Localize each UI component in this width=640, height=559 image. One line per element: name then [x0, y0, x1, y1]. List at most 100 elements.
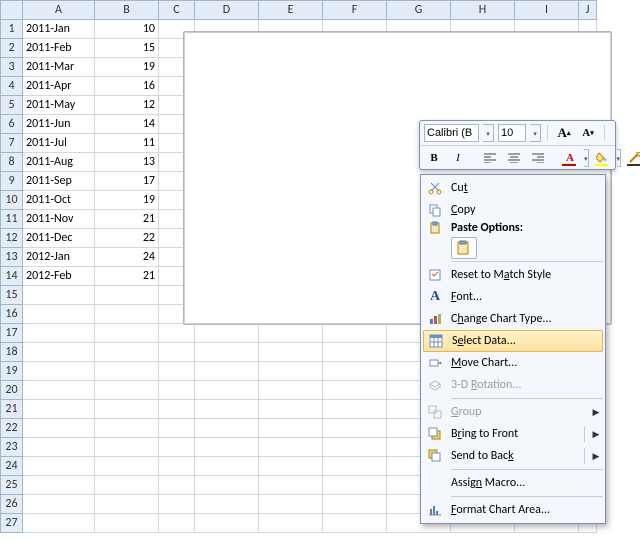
cell[interactable]: [259, 400, 323, 419]
cell[interactable]: [23, 495, 95, 514]
submenu-arrow-icon[interactable]: ▶: [589, 451, 603, 462]
menu-copy[interactable]: Copy: [423, 199, 603, 221]
row-header[interactable]: 14: [1, 267, 23, 286]
grow-font-button[interactable]: A▴: [554, 123, 574, 143]
cell[interactable]: [23, 286, 95, 305]
cell[interactable]: [159, 438, 195, 457]
select-all-corner[interactable]: [1, 1, 23, 20]
cell[interactable]: [195, 343, 259, 362]
col-header-H[interactable]: H: [451, 1, 515, 20]
fill-color-dropdown[interactable]: ▾: [617, 149, 622, 167]
col-header-F[interactable]: F: [323, 1, 387, 20]
cell[interactable]: [23, 476, 95, 495]
col-header-G[interactable]: G: [387, 1, 451, 20]
align-right-button[interactable]: [528, 148, 548, 168]
font-color-dropdown[interactable]: ▾: [584, 149, 589, 167]
cell[interactable]: 17: [95, 172, 159, 191]
cell[interactable]: [95, 324, 159, 343]
row-header[interactable]: 7: [1, 134, 23, 153]
cell[interactable]: [159, 419, 195, 438]
cell[interactable]: [95, 305, 159, 324]
row-header[interactable]: 6: [1, 115, 23, 134]
cell[interactable]: 13: [95, 153, 159, 172]
cell[interactable]: 19: [95, 191, 159, 210]
menu-font[interactable]: A Font...: [423, 286, 603, 308]
cell[interactable]: 15: [95, 39, 159, 58]
cell[interactable]: [159, 343, 195, 362]
cell[interactable]: [195, 419, 259, 438]
cell[interactable]: [23, 324, 95, 343]
cell[interactable]: 2011-Mar: [23, 58, 95, 77]
menu-cut[interactable]: Cut: [423, 177, 603, 199]
cell[interactable]: 19: [95, 58, 159, 77]
cell[interactable]: 22: [95, 229, 159, 248]
cell[interactable]: 2012-Jan: [23, 248, 95, 267]
cell[interactable]: [323, 495, 387, 514]
cell[interactable]: 2011-Apr: [23, 77, 95, 96]
cell[interactable]: 24: [95, 248, 159, 267]
row-header[interactable]: 13: [1, 248, 23, 267]
row-header[interactable]: 4: [1, 77, 23, 96]
menu-send-to-back[interactable]: Send to Back ▶: [423, 445, 603, 467]
cell[interactable]: 21: [95, 267, 159, 286]
cell[interactable]: [259, 457, 323, 476]
cell[interactable]: 10: [95, 20, 159, 39]
row-header[interactable]: 21: [1, 400, 23, 419]
cell[interactable]: [95, 381, 159, 400]
cell[interactable]: [259, 438, 323, 457]
cell[interactable]: [95, 476, 159, 495]
menu-change-chart-type[interactable]: Change Chart Type...: [423, 308, 603, 330]
cell[interactable]: [323, 343, 387, 362]
row-header[interactable]: 25: [1, 476, 23, 495]
cell[interactable]: 2012-Feb: [23, 267, 95, 286]
row-header[interactable]: 22: [1, 419, 23, 438]
cell[interactable]: [195, 400, 259, 419]
cell[interactable]: 16: [95, 77, 159, 96]
cell[interactable]: [159, 400, 195, 419]
cell[interactable]: 2011-Aug: [23, 153, 95, 172]
font-size-input[interactable]: [498, 124, 526, 142]
cell[interactable]: [159, 495, 195, 514]
cell[interactable]: [23, 457, 95, 476]
row-header[interactable]: 27: [1, 514, 23, 533]
cell[interactable]: 2011-Jun: [23, 115, 95, 134]
menu-reset-match-style[interactable]: Reset to Match Style: [423, 264, 603, 286]
cell[interactable]: [195, 381, 259, 400]
row-header[interactable]: 20: [1, 381, 23, 400]
cell[interactable]: 2011-Nov: [23, 210, 95, 229]
col-header-B[interactable]: B: [95, 1, 159, 20]
font-name-input[interactable]: [424, 124, 479, 142]
cell[interactable]: 2011-Dec: [23, 229, 95, 248]
row-header[interactable]: 1: [1, 20, 23, 39]
bold-button[interactable]: B: [424, 148, 444, 168]
shrink-font-button[interactable]: A▾: [578, 123, 598, 143]
cell[interactable]: [159, 324, 195, 343]
row-header[interactable]: 26: [1, 495, 23, 514]
cell[interactable]: [323, 324, 387, 343]
cell[interactable]: [95, 400, 159, 419]
cell[interactable]: [195, 438, 259, 457]
row-header[interactable]: 18: [1, 343, 23, 362]
cell[interactable]: [95, 457, 159, 476]
align-left-button[interactable]: [480, 148, 500, 168]
cell[interactable]: [159, 476, 195, 495]
cell[interactable]: [259, 495, 323, 514]
row-header[interactable]: 2: [1, 39, 23, 58]
cell[interactable]: [23, 362, 95, 381]
cell[interactable]: [323, 362, 387, 381]
cell[interactable]: [95, 514, 159, 533]
cell[interactable]: 2011-Oct: [23, 191, 95, 210]
cell[interactable]: [95, 343, 159, 362]
font-name-dropdown[interactable]: ▾: [483, 124, 494, 142]
row-header[interactable]: 5: [1, 96, 23, 115]
cell[interactable]: [95, 438, 159, 457]
cell[interactable]: 11: [95, 134, 159, 153]
cell[interactable]: [159, 514, 195, 533]
font-size-dropdown[interactable]: ▾: [530, 124, 541, 142]
cell[interactable]: [195, 495, 259, 514]
col-header-D[interactable]: D: [195, 1, 259, 20]
cell[interactable]: [259, 343, 323, 362]
menu-assign-macro[interactable]: Assign Macro...: [423, 472, 603, 494]
col-header-E[interactable]: E: [259, 1, 323, 20]
cell[interactable]: [323, 514, 387, 533]
